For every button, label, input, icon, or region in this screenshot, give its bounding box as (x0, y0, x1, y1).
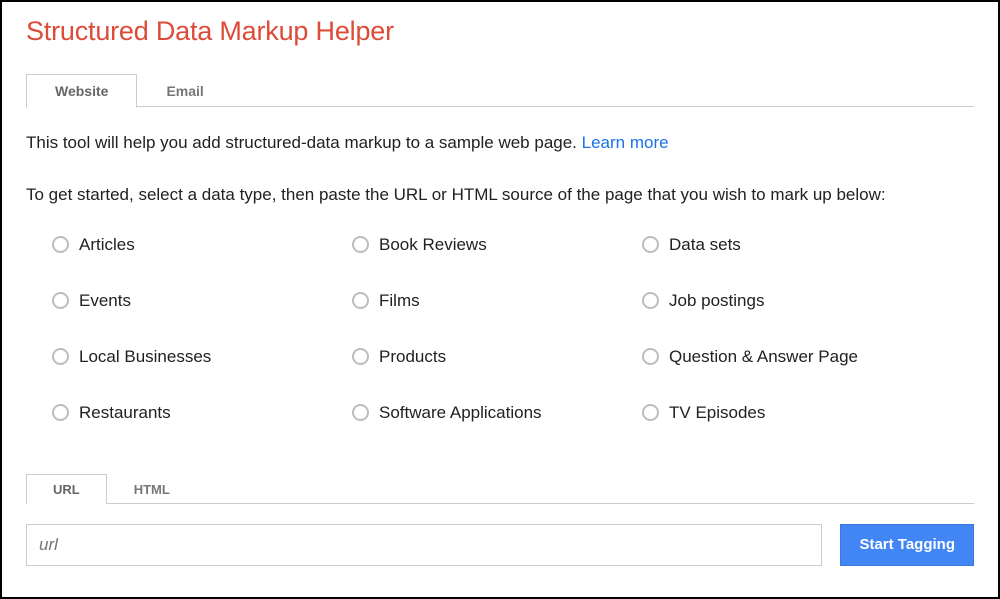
input-row: Start Tagging (26, 524, 974, 566)
learn-more-link[interactable]: Learn more (582, 133, 669, 152)
start-tagging-button[interactable]: Start Tagging (840, 524, 974, 566)
radio-icon (642, 236, 659, 253)
url-input[interactable] (26, 524, 822, 566)
option-label: Local Businesses (79, 347, 211, 367)
option-label: Job postings (669, 291, 764, 311)
option-label: Software Applications (379, 403, 542, 423)
option-films[interactable]: Films (352, 291, 642, 311)
option-qa-page[interactable]: Question & Answer Page (642, 347, 942, 367)
source-type-tabs: Website Email (26, 73, 974, 107)
radio-icon (352, 348, 369, 365)
radio-icon (642, 348, 659, 365)
option-label: Articles (79, 235, 135, 255)
option-job-postings[interactable]: Job postings (642, 291, 942, 311)
radio-icon (52, 404, 69, 421)
radio-icon (352, 236, 369, 253)
tab-email[interactable]: Email (137, 74, 232, 108)
input-mode-tabs: URL HTML (26, 473, 974, 504)
option-label: Restaurants (79, 403, 171, 423)
intro-text: This tool will help you add structured-d… (26, 131, 974, 155)
option-tv-episodes[interactable]: TV Episodes (642, 403, 942, 423)
option-label: Products (379, 347, 446, 367)
radio-icon (642, 404, 659, 421)
intro-part1: This tool will help you add structured-d… (26, 133, 582, 152)
radio-icon (52, 236, 69, 253)
option-products[interactable]: Products (352, 347, 642, 367)
option-articles[interactable]: Articles (52, 235, 352, 255)
tab-website[interactable]: Website (26, 74, 137, 108)
tab-url[interactable]: URL (26, 474, 107, 505)
option-label: Data sets (669, 235, 741, 255)
option-label: Events (79, 291, 131, 311)
radio-icon (352, 292, 369, 309)
option-label: Book Reviews (379, 235, 487, 255)
app-frame: Structured Data Markup Helper Website Em… (0, 0, 1000, 599)
radio-icon (642, 292, 659, 309)
option-label: Question & Answer Page (669, 347, 858, 367)
page-title: Structured Data Markup Helper (26, 16, 974, 47)
radio-icon (352, 404, 369, 421)
option-data-sets[interactable]: Data sets (642, 235, 942, 255)
option-local-businesses[interactable]: Local Businesses (52, 347, 352, 367)
radio-icon (52, 292, 69, 309)
data-type-grid: Articles Book Reviews Data sets Events F… (52, 235, 974, 423)
getting-started-text: To get started, select a data type, then… (26, 183, 974, 207)
radio-icon (52, 348, 69, 365)
tab-html[interactable]: HTML (107, 474, 197, 505)
option-events[interactable]: Events (52, 291, 352, 311)
option-book-reviews[interactable]: Book Reviews (352, 235, 642, 255)
option-label: Films (379, 291, 420, 311)
option-label: TV Episodes (669, 403, 765, 423)
option-software-apps[interactable]: Software Applications (352, 403, 642, 423)
option-restaurants[interactable]: Restaurants (52, 403, 352, 423)
